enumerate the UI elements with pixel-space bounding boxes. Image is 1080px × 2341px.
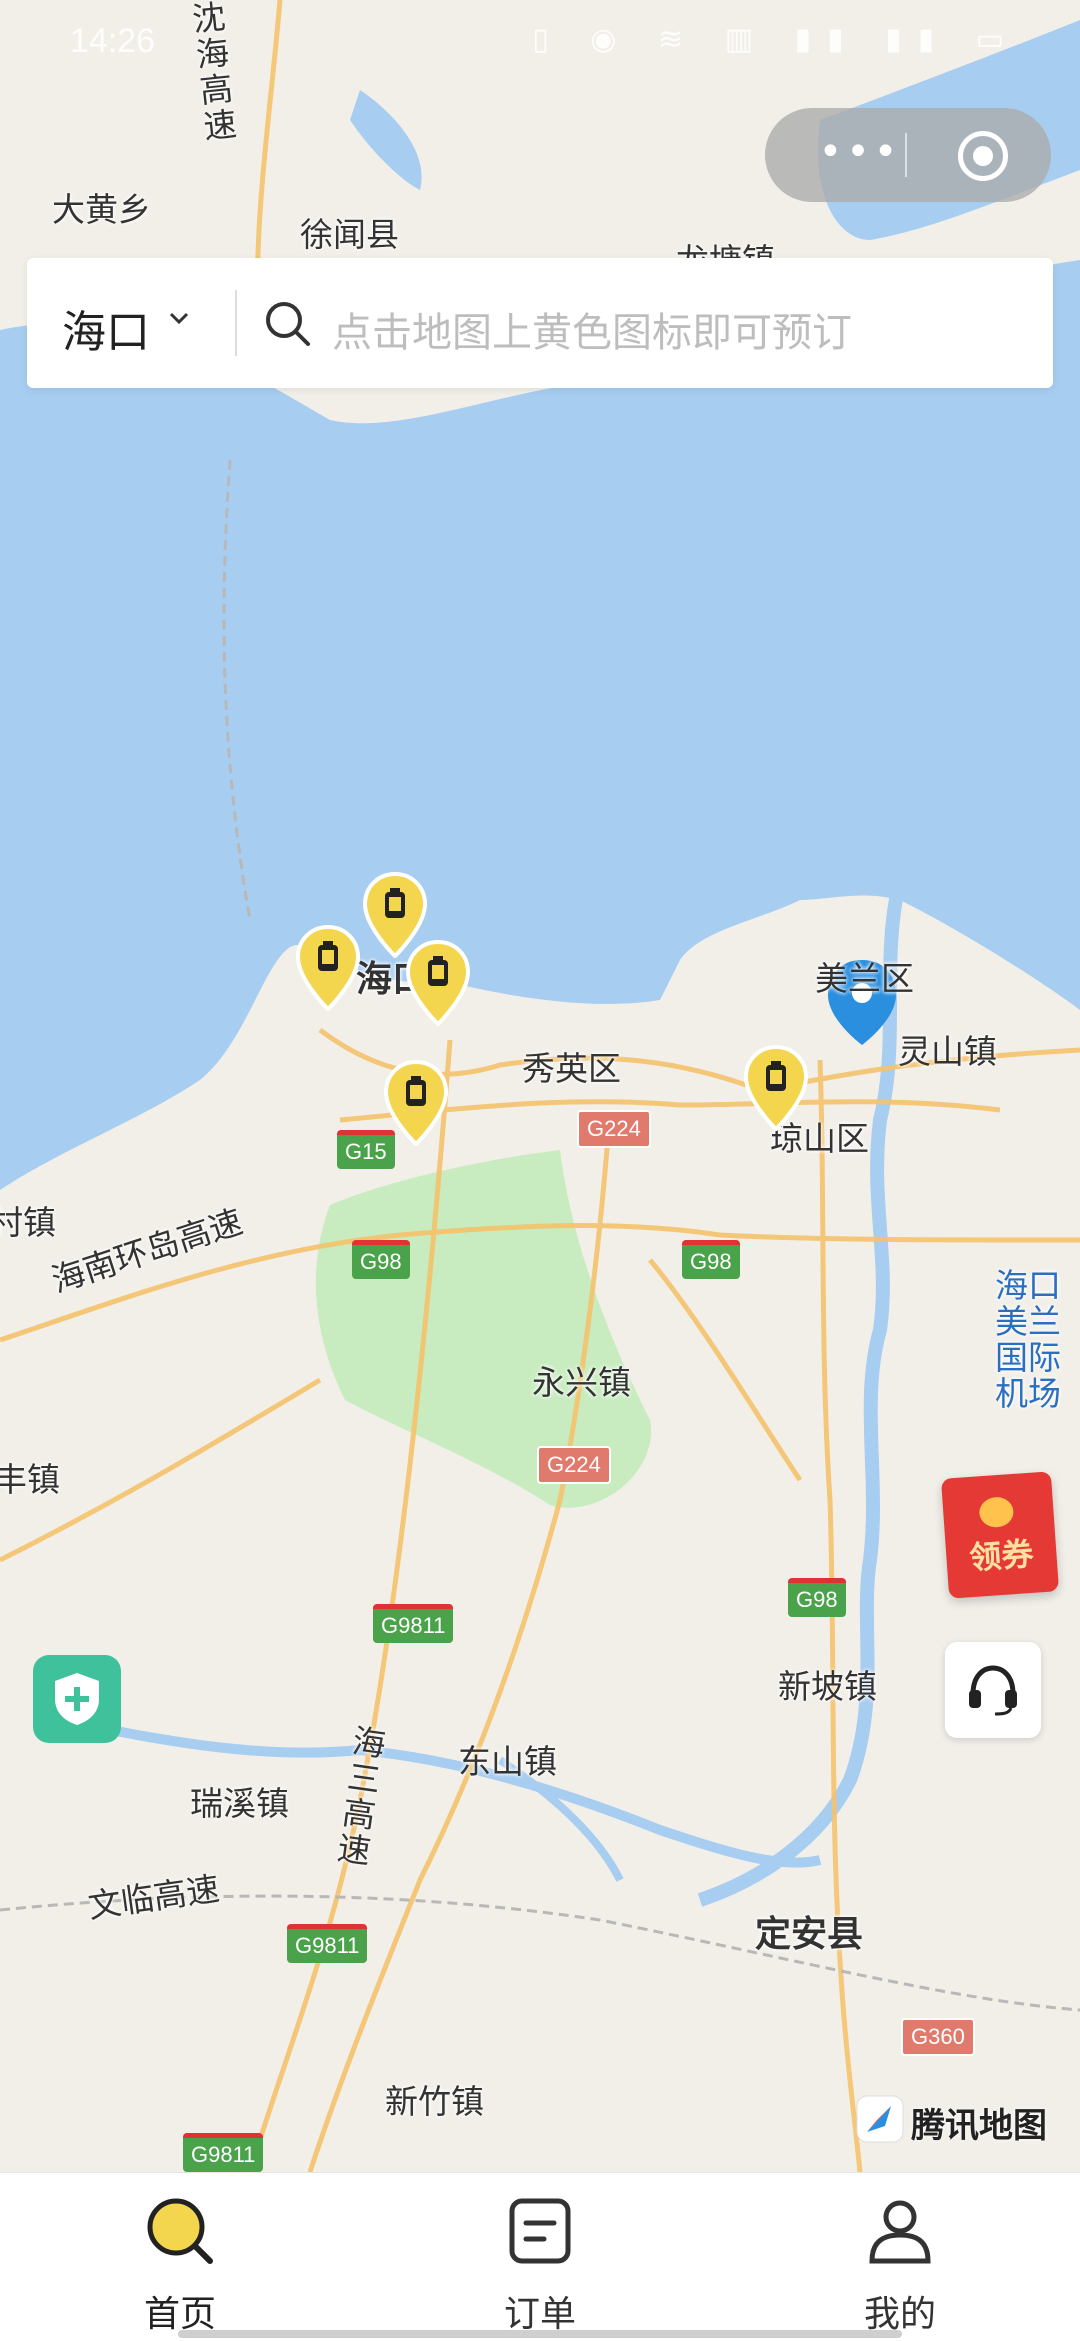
highway-shield-g98: G98 [352,1240,410,1279]
storage-pin[interactable] [383,1060,449,1146]
highway-shield-g360: G360 [901,2018,975,2056]
tab-bar: 首页 订单 我的 [0,2172,1080,2341]
map-label-xinzhu: 新竹镇 [385,2083,484,2120]
safety-shield-button[interactable] [33,1655,121,1743]
status-icons: ▯ ◉ ≋ ▥ ▮▮ ▮▮ ▭ [532,22,1020,57]
tab-home[interactable]: 首页 [90,2195,270,2337]
storage-pin[interactable] [743,1045,809,1131]
status-bar: 14:26 ▯ ◉ ≋ ▥ ▮▮ ▮▮ ▭ [0,0,1080,90]
status-time: 14:26 [70,22,156,60]
map-label-xiuying: 秀英区 [522,1050,621,1087]
map-label-airport: 海口美兰国际机场 [995,1268,1061,1412]
target-icon[interactable] [958,131,1008,181]
order-icon [509,2198,571,2264]
coupon-label: 领券 [968,1534,1035,1578]
home-indicator [178,2330,902,2338]
search-icon [266,302,310,346]
headset-icon [969,1665,1017,1716]
highway-shield-g98: G98 [788,1578,846,1617]
tab-profile[interactable]: 我的 [810,2195,990,2337]
map-label-feng: 丰镇 [0,1461,60,1498]
map-label-yongxing: 永兴镇 [532,1364,631,1401]
home-search-icon [147,2198,213,2264]
map-label-xinpo: 新坡镇 [778,1668,877,1705]
map-label-dongshan: 东山镇 [458,1743,557,1780]
customer-service-button[interactable] [945,1642,1041,1738]
map-label-xuwen: 徐闻县 [300,216,399,253]
map-watermark-text: 腾讯地图 [911,2106,1047,2146]
city-selector[interactable]: 海口 [62,296,150,360]
search-input[interactable]: 点击地图上黄色图标即可预订 [332,300,852,358]
miniprogram-capsule: ••• [765,108,1051,202]
storage-pin[interactable] [405,940,471,1026]
coupon-button[interactable]: 领券 [940,1471,1060,1599]
coin-icon [978,1496,1015,1529]
map-label-dahuang: 大黄乡 [52,191,151,228]
tab-orders[interactable]: 订单 [450,2195,630,2337]
map-label-cun: 村镇 [0,1204,56,1241]
highway-shield-g224: G224 [577,1110,651,1148]
map-label-dingan: 定安县 [755,1913,864,1954]
map-label-ruixi: 瑞溪镇 [190,1785,289,1822]
search-divider [235,290,237,356]
more-dots-icon[interactable]: ••• [805,130,915,180]
chevron-down-icon[interactable] [169,308,189,328]
highway-shield-g9811: G9811 [183,2133,264,2172]
highway-shield-g9811: G9811 [373,1604,454,1643]
search-bar: 海口 点击地图上黄色图标即可预订 [27,258,1053,388]
map-label-meilan: 美兰区 [815,960,914,997]
storage-pin[interactable] [295,925,361,1011]
highway-shield-g98: G98 [682,1240,740,1279]
shield-plus-icon [55,1673,99,1725]
highway-shield-g224: G224 [537,1446,611,1484]
tencent-map-logo-icon [856,2095,904,2143]
profile-icon [869,2200,931,2264]
map-label-lingshan: 灵山镇 [898,1033,997,1070]
capsule-divider [905,133,907,177]
highway-shield-g9811: G9811 [287,1924,368,1963]
